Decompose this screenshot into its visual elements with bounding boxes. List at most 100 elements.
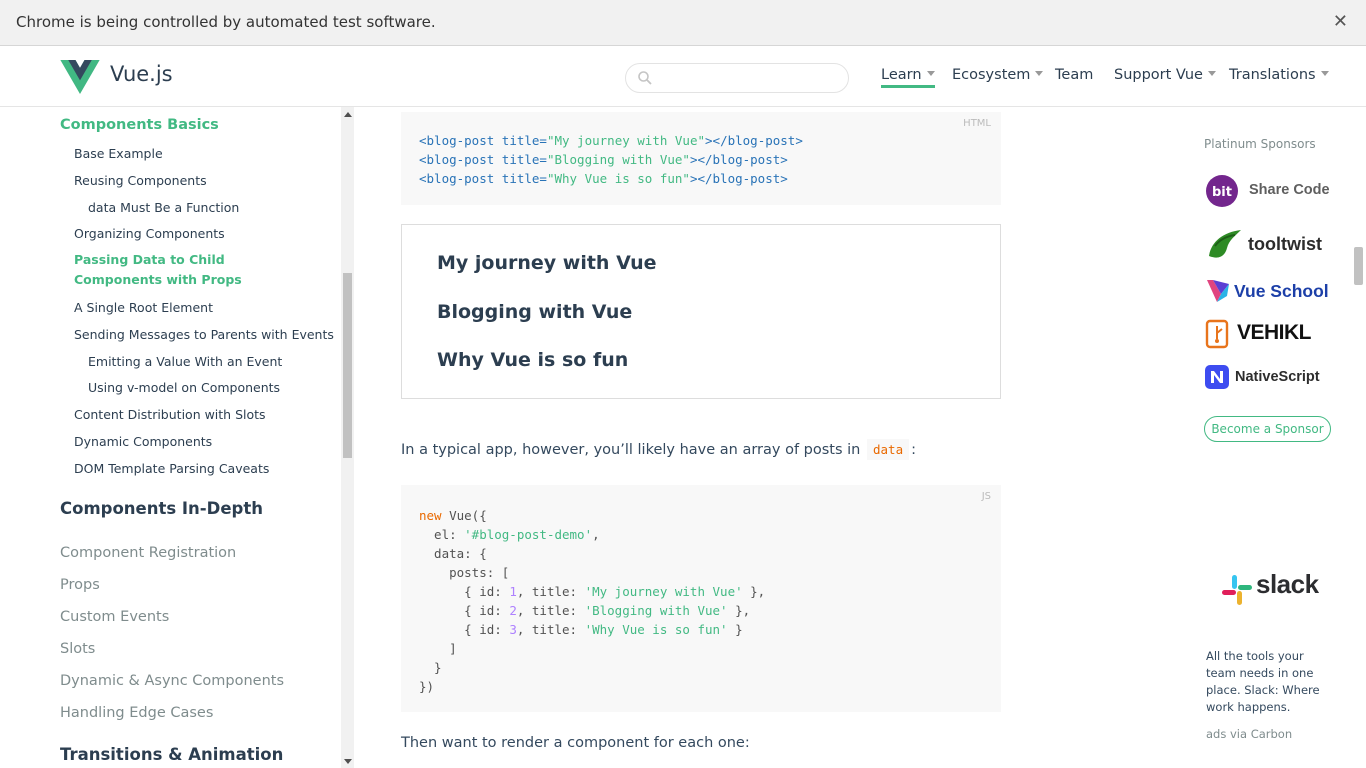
code-line: { id: 1, title: 'My journey with Vue' },	[419, 584, 766, 599]
sidebar-item-sending-messages[interactable]: Sending Messages to Parents with Events	[74, 327, 334, 342]
page-scrollbar[interactable]	[1351, 107, 1366, 768]
sponsor-bit[interactable]: bit Share Code	[1205, 174, 1335, 208]
sponsor-tooltwist[interactable]: tooltwist	[1205, 226, 1335, 260]
paragraph-text: :	[911, 442, 916, 458]
sidebar-item-edge-cases[interactable]: Handling Edge Cases	[60, 705, 213, 721]
code-line: }	[419, 660, 442, 675]
code-line: ]	[419, 641, 457, 656]
carbon-ad-image[interactable]: slack	[1206, 555, 1336, 635]
chevron-down-icon	[1320, 70, 1329, 76]
carbon-ad-text[interactable]: All the tools your team needs in one pla…	[1206, 648, 1336, 716]
sidebar-item-props[interactable]: Props	[60, 577, 100, 593]
code-line: { id: 3, title: 'Why Vue is so fun' }	[419, 622, 743, 637]
code-line: new Vue({	[419, 508, 487, 523]
tooltwist-logo-icon	[1209, 230, 1241, 258]
nav-translations-label: Translations	[1229, 67, 1316, 83]
paragraph-text: In a typical app, however, you’ll likely…	[401, 442, 861, 458]
sidebar-item-dynamic-async[interactable]: Dynamic & Async Components	[60, 673, 284, 689]
code-lang-label: HTML	[963, 118, 991, 129]
search-box[interactable]	[625, 63, 849, 93]
nav-team[interactable]: Team	[1055, 67, 1093, 83]
paragraph: Then want to render a component for each…	[401, 735, 750, 751]
sidebar-item-emitting-value[interactable]: Emitting a Value With an Event	[88, 354, 282, 369]
sidebar-scrollbar[interactable]	[341, 107, 354, 768]
sponsor-name: NativeScript	[1235, 369, 1320, 385]
vue-logo-icon[interactable]	[60, 60, 100, 94]
sponsor-nativescript[interactable]: NativeScript	[1205, 364, 1335, 398]
search-input[interactable]	[660, 68, 840, 88]
demo-post-title: Why Vue is so fun	[437, 349, 629, 371]
demo-post-title: My journey with Vue	[437, 252, 657, 274]
sidebar-item-component-registration[interactable]: Component Registration	[60, 545, 236, 561]
sidebar-scroll-thumb[interactable]	[343, 273, 352, 458]
chevron-down-icon	[1035, 70, 1044, 76]
scroll-down-icon[interactable]	[344, 759, 352, 764]
bit-logo-icon: bit	[1206, 175, 1238, 207]
page-scroll-thumb[interactable]	[1354, 247, 1363, 285]
code-block-js: JS new Vue({ el: '#blog-post-demo', data…	[401, 485, 1001, 712]
carbon-via-link[interactable]: ads via Carbon	[1206, 727, 1292, 741]
code-line: { id: 2, title: 'Blogging with Vue' },	[419, 603, 751, 618]
sidebar-item-slots-distribution[interactable]: Content Distribution with Slots	[74, 407, 266, 422]
sponsor-name: VEHIKL	[1237, 321, 1312, 344]
code-lang-label: JS	[981, 491, 991, 502]
nav-team-label: Team	[1055, 67, 1094, 83]
become-sponsor-button[interactable]: Become a Sponsor	[1204, 416, 1331, 442]
slack-logo-icon	[1222, 575, 1252, 605]
nativescript-logo-icon	[1205, 365, 1229, 389]
paragraph: In a typical app, however, you’ll likely…	[401, 439, 916, 460]
sidebar: Components Basics Base Example Reusing C…	[0, 107, 341, 768]
sponsors-title: Platinum Sponsors	[1204, 137, 1316, 151]
chevron-down-icon	[926, 70, 935, 76]
code-line: })	[419, 679, 435, 694]
svg-text:bit: bit	[1212, 185, 1232, 200]
infobar-message: Chrome is being controlled by automated …	[16, 13, 436, 31]
code-line: posts: [	[419, 565, 510, 580]
automation-infobar: Chrome is being controlled by automated …	[0, 0, 1366, 46]
vueschool-logo-icon	[1207, 280, 1229, 302]
code-block-html: HTML <blog-post title="My journey with V…	[401, 112, 1001, 205]
vehikl-logo-icon	[1205, 319, 1229, 349]
sidebar-section-transitions: Transitions & Animation	[60, 745, 284, 764]
sidebar-section-components-in-depth: Components In-Depth	[60, 499, 263, 518]
inline-code: data	[867, 439, 910, 460]
sidebar-item-reusing-components[interactable]: Reusing Components	[74, 173, 207, 188]
nav-learn-label: Learn	[881, 67, 922, 83]
code-line: el: '#blog-post-demo',	[419, 527, 600, 542]
scroll-up-icon[interactable]	[344, 112, 352, 117]
code-line: data: {	[419, 546, 487, 561]
sidebar-item-data-function[interactable]: data Must Be a Function	[88, 200, 239, 215]
sidebar-item-organizing-components[interactable]: Organizing Components	[74, 226, 225, 241]
nav-ecosystem[interactable]: Ecosystem	[952, 67, 1044, 83]
sidebar-item-passing-data[interactable]: Passing Data to Child Components with Pr…	[74, 250, 314, 290]
site-header: Vue.js Learn Ecosystem Team Support Vue …	[0, 46, 1366, 107]
nav-ecosystem-label: Ecosystem	[952, 67, 1031, 83]
demo-post-title: Blogging with Vue	[437, 301, 633, 323]
sidebar-item-dynamic-components[interactable]: Dynamic Components	[74, 434, 212, 449]
sidebar-item-slots[interactable]: Slots	[60, 641, 95, 657]
nav-support-label: Support Vue	[1114, 67, 1203, 83]
sidebar-item-base-example[interactable]: Base Example	[74, 146, 163, 161]
carbon-brand: slack	[1256, 569, 1319, 599]
chevron-down-icon	[1207, 70, 1216, 76]
code-line: <blog-post title="Why Vue is so fun"></b…	[419, 171, 788, 186]
sponsor-vehikl[interactable]: VEHIKL	[1205, 318, 1335, 352]
nav-learn[interactable]: Learn	[881, 67, 935, 88]
sponsor-vueschool[interactable]: Vue School	[1205, 276, 1335, 310]
sponsor-name: Share Code	[1249, 182, 1330, 198]
nav-support-vue[interactable]: Support Vue	[1114, 67, 1216, 83]
sidebar-current-section[interactable]: Components Basics	[60, 117, 219, 133]
demo-output: My journey with Vue Blogging with Vue Wh…	[401, 224, 1001, 399]
code-line: <blog-post title="My journey with Vue"><…	[419, 133, 803, 148]
sidebar-item-custom-events[interactable]: Custom Events	[60, 609, 169, 625]
brand-name[interactable]: Vue.js	[110, 62, 173, 86]
close-icon[interactable]: ✕	[1333, 11, 1348, 32]
sidebar-item-dom-caveats[interactable]: DOM Template Parsing Caveats	[74, 461, 269, 476]
nav-translations[interactable]: Translations	[1229, 67, 1329, 83]
code-line: <blog-post title="Blogging with Vue"></b…	[419, 152, 788, 167]
sidebar-item-v-model[interactable]: Using v-model on Components	[88, 380, 280, 395]
search-icon	[638, 71, 652, 85]
sponsor-name: tooltwist	[1248, 234, 1322, 254]
sidebar-item-single-root[interactable]: A Single Root Element	[74, 300, 213, 315]
sponsor-name: Vue School	[1234, 281, 1329, 301]
